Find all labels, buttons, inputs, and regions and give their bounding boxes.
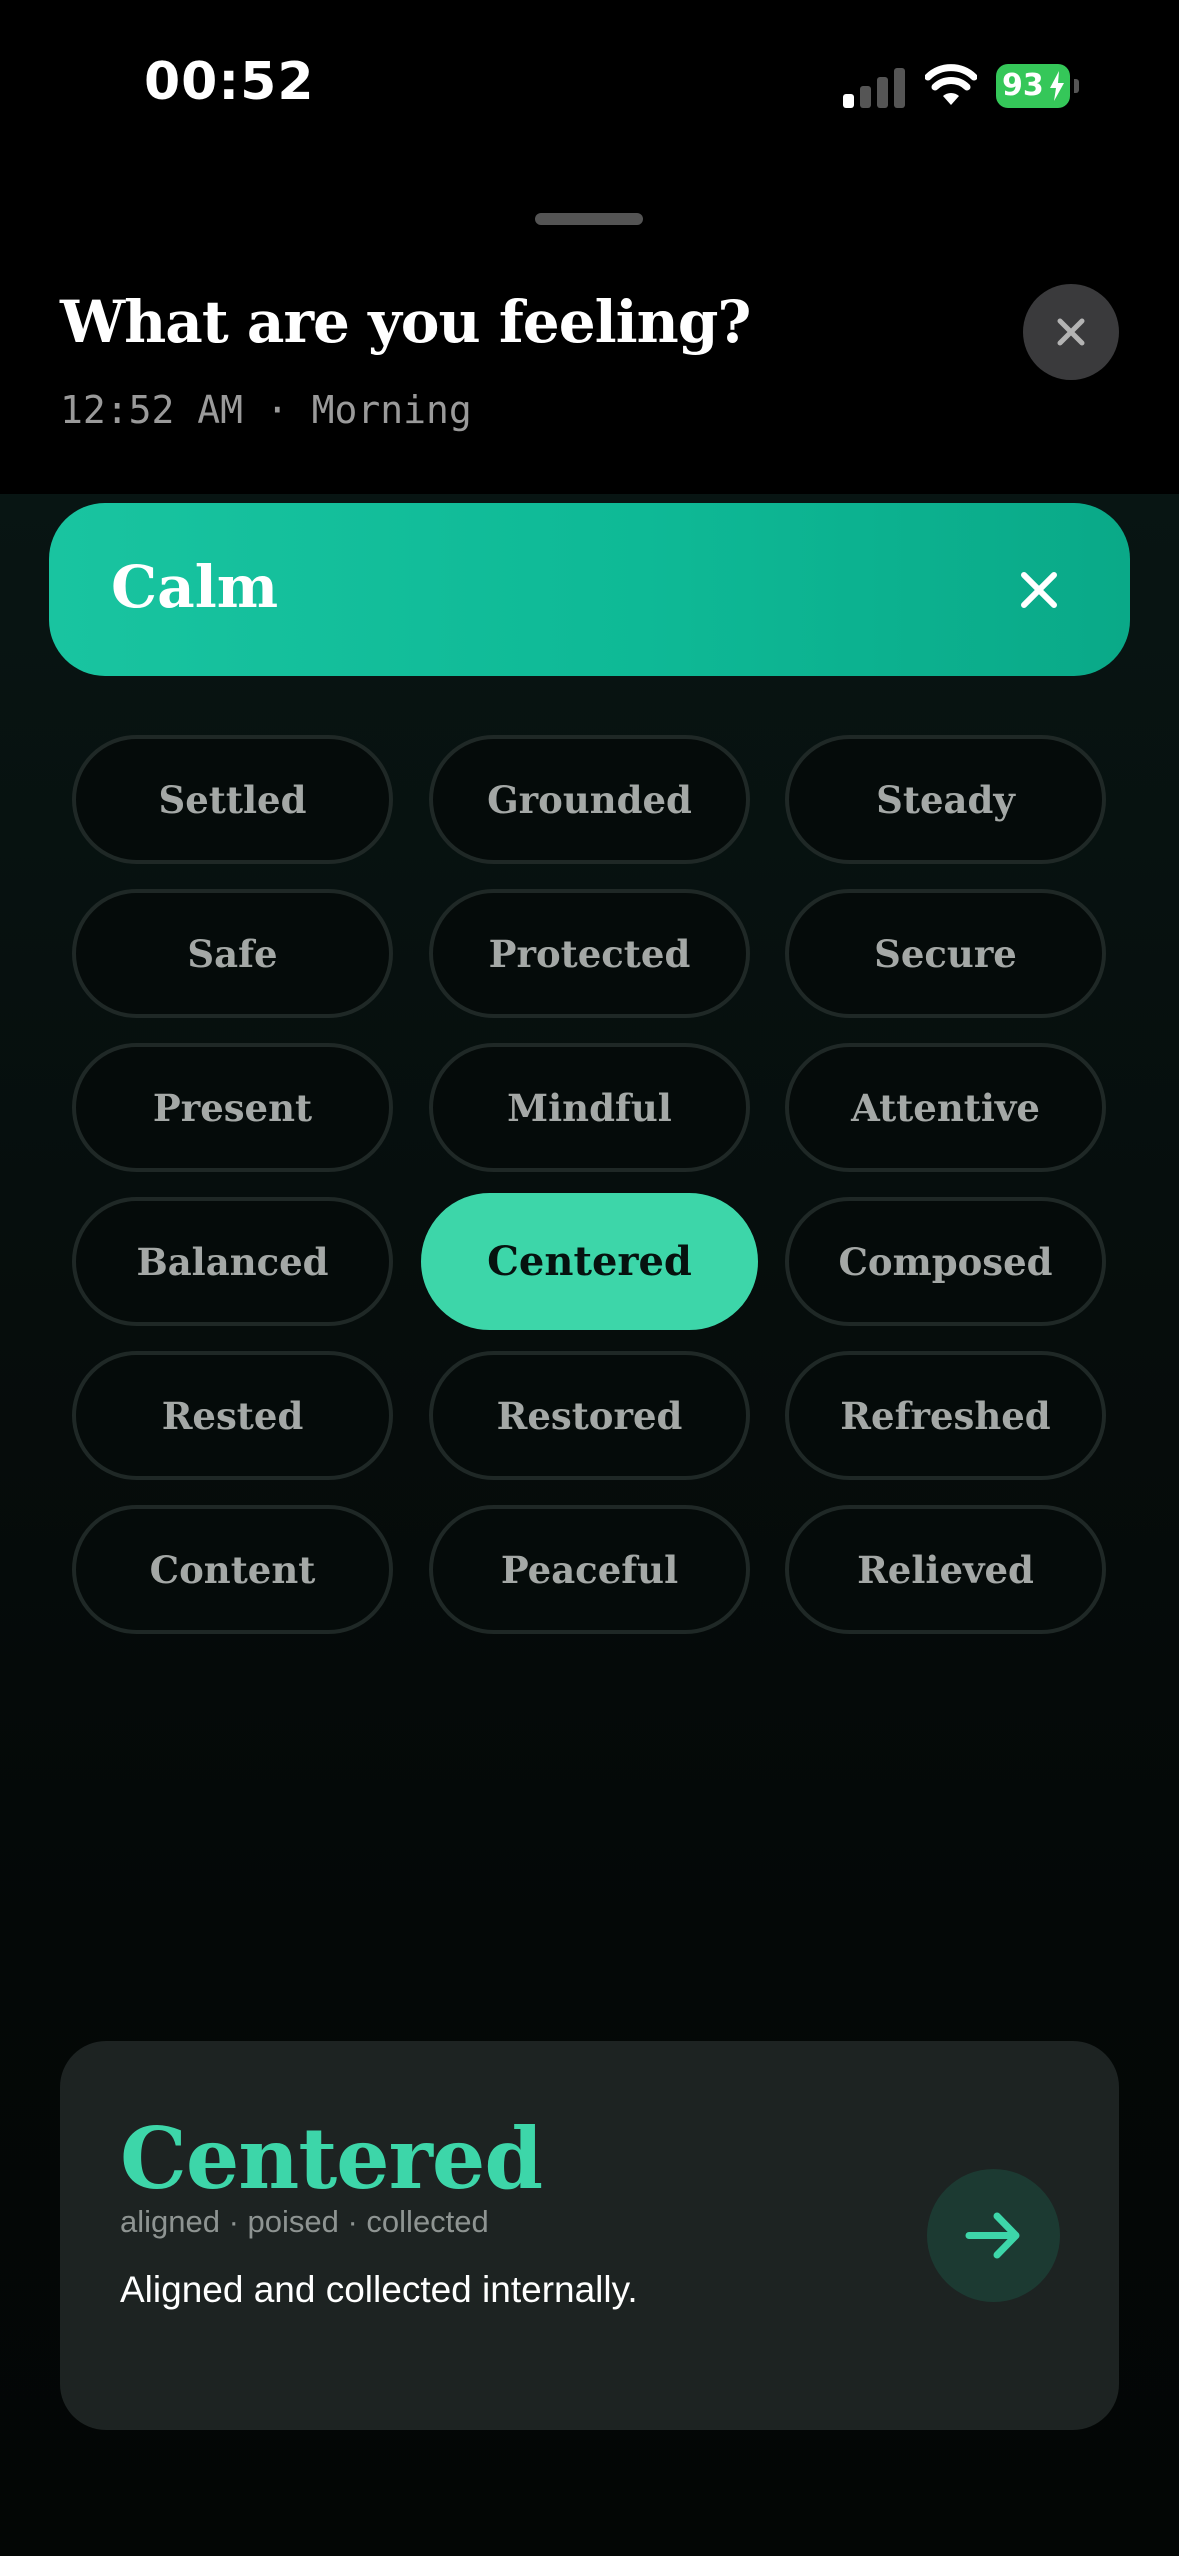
feeling-chip-secure[interactable]: Secure — [785, 889, 1106, 1018]
status-bar: 00:52 93 — [0, 0, 1179, 170]
feeling-chip-rested[interactable]: Rested — [72, 1351, 393, 1480]
arrow-right-icon — [965, 2212, 1020, 2259]
category-label: Calm — [111, 553, 279, 621]
feeling-chip-protected[interactable]: Protected — [429, 889, 750, 1018]
feeling-chip-settled[interactable]: Settled — [72, 735, 393, 864]
feeling-chip-safe[interactable]: Safe — [72, 889, 393, 1018]
feeling-chip-peaceful[interactable]: Peaceful — [429, 1505, 750, 1634]
status-time: 00:52 — [144, 52, 315, 112]
feeling-chip-mindful[interactable]: Mindful — [429, 1043, 750, 1172]
signal-icon — [843, 66, 905, 108]
feeling-chip-content[interactable]: Content — [72, 1505, 393, 1634]
sheet-subtitle: 12:52 AM · Morning — [60, 388, 472, 432]
sheet-close-button[interactable] — [1023, 284, 1119, 380]
sheet-title: What are you feeling? — [60, 288, 751, 356]
category-banner[interactable]: Calm — [49, 503, 1130, 676]
feeling-chip-balanced[interactable]: Balanced — [72, 1197, 393, 1326]
feeling-chip-refreshed[interactable]: Refreshed — [785, 1351, 1106, 1480]
bolt-icon — [1050, 71, 1064, 101]
detail-title: Centered — [120, 2109, 543, 2208]
sheet-grabber[interactable] — [535, 213, 643, 225]
feeling-chip-attentive[interactable]: Attentive — [785, 1043, 1106, 1172]
feeling-chip-grounded[interactable]: Grounded — [429, 735, 750, 864]
feeling-chip-centered[interactable]: Centered — [421, 1193, 758, 1330]
feeling-chip-present[interactable]: Present — [72, 1043, 393, 1172]
detail-description: Aligned and collected internally. — [120, 2269, 638, 2310]
feeling-chip-steady[interactable]: Steady — [785, 735, 1106, 864]
continue-button[interactable] — [927, 2169, 1060, 2302]
feeling-chip-relieved[interactable]: Relieved — [785, 1505, 1106, 1634]
battery-cap — [1074, 79, 1079, 93]
detail-synonyms: aligned · poised · collected — [120, 2204, 489, 2239]
close-icon — [1057, 318, 1085, 346]
feeling-chip-restored[interactable]: Restored — [429, 1351, 750, 1480]
close-icon[interactable] — [1014, 565, 1064, 615]
detail-card: Centered aligned · poised · collected Al… — [60, 2041, 1119, 2430]
battery-charging-icon: 93 — [996, 64, 1080, 108]
feeling-chip-composed[interactable]: Composed — [785, 1197, 1106, 1326]
wifi-icon — [925, 64, 977, 105]
